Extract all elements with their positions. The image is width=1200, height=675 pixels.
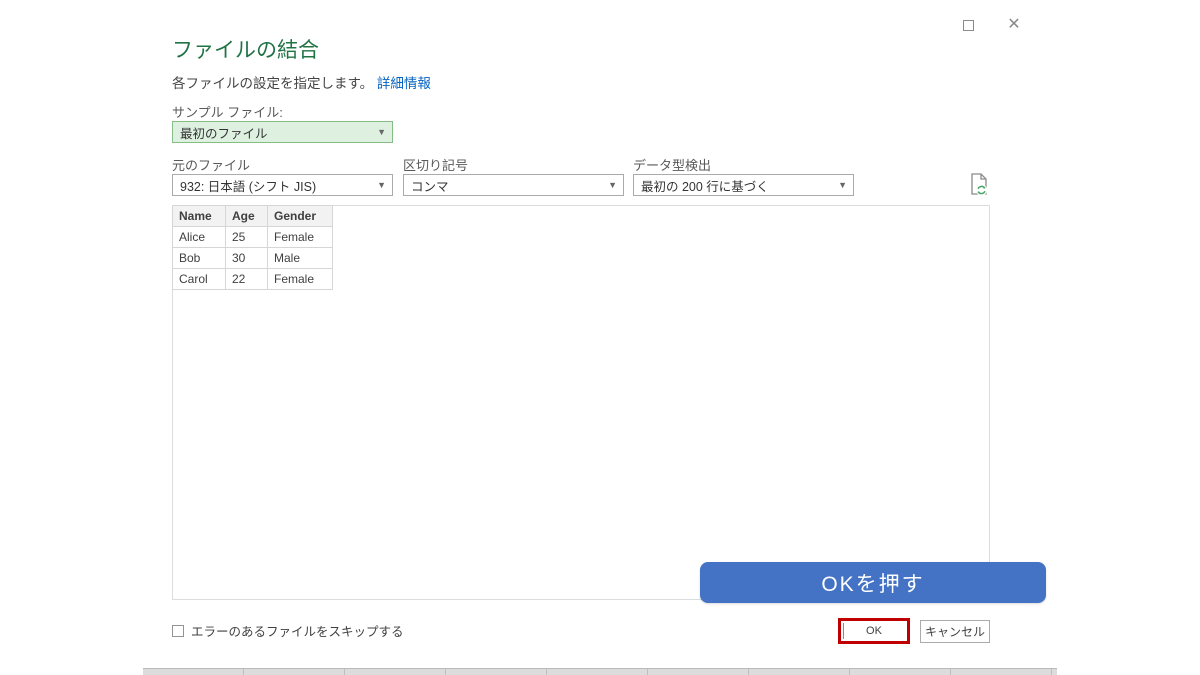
skip-errors-row: エラーのあるファイルをスキップする [172, 621, 404, 640]
chevron-down-icon: ▼ [838, 180, 847, 190]
type-detection-value: 最初の 200 行に基づく [641, 179, 769, 194]
chevron-down-icon: ▼ [608, 180, 617, 190]
table-row: Alice 25 Female [172, 226, 333, 248]
worksheet-strip [143, 668, 1057, 675]
table-header-row: Name Age Gender [172, 205, 333, 227]
cell-gender: Male [267, 247, 333, 269]
ok-button-label: OK [866, 625, 882, 637]
dialog-subtitle: 各ファイルの設定を指定します。 詳細情報 [172, 72, 431, 92]
cell-gender: Female [267, 226, 333, 248]
type-detection-label: データ型検出 [633, 158, 712, 173]
cancel-button[interactable]: キャンセル [920, 620, 990, 643]
sample-file-label: サンプル ファイル: [172, 105, 283, 120]
chevron-down-icon: ▼ [377, 127, 386, 137]
cell-name: Bob [172, 247, 226, 269]
cell-gender: Female [267, 268, 333, 290]
instruction-tooltip: OKを押す [700, 562, 1046, 603]
source-file-label: 元のファイル [172, 158, 251, 173]
source-file-value: 932: 日本語 (シフト JIS) [180, 179, 317, 194]
column-header-gender[interactable]: Gender [267, 205, 333, 227]
cell-name: Alice [172, 226, 226, 248]
sample-file-value: 最初のファイル [180, 126, 268, 141]
skip-errors-label: エラーのあるファイルをスキップする [191, 625, 404, 639]
file-refresh-icon[interactable] [968, 172, 990, 198]
combine-files-dialog: ✕ ファイルの結合 各ファイルの設定を指定します。 詳細情報 サンプル ファイル… [0, 0, 1200, 675]
sample-file-dropdown[interactable]: 最初のファイル ▼ [172, 121, 393, 143]
cell-name: Carol [172, 268, 226, 290]
delimiter-dropdown[interactable]: コンマ ▼ [403, 174, 624, 196]
subtitle-text: 各ファイルの設定を指定します。 [172, 76, 374, 91]
delimiter-label: 区切り記号 [403, 158, 469, 173]
cell-age: 22 [225, 268, 268, 290]
chevron-down-icon: ▼ [377, 180, 386, 190]
delimiter-value: コンマ [411, 179, 449, 194]
skip-errors-checkbox[interactable] [172, 624, 184, 637]
cell-age: 30 [225, 247, 268, 269]
cell-age: 25 [225, 226, 268, 248]
type-detection-dropdown[interactable]: 最初の 200 行に基づく ▼ [633, 174, 854, 196]
preview-table: Name Age Gender Alice 25 Female Bob 30 M… [172, 205, 333, 290]
table-row: Carol 22 Female [172, 268, 333, 290]
close-button[interactable]: ✕ [1001, 14, 1027, 36]
maximize-button[interactable] [955, 14, 981, 36]
page-title: ファイルの結合 [172, 39, 319, 62]
window-controls: ✕ [955, 14, 1027, 36]
ok-button[interactable]: OK [838, 618, 910, 644]
column-header-name[interactable]: Name [172, 205, 226, 227]
preview-pane: Name Age Gender Alice 25 Female Bob 30 M… [172, 205, 990, 600]
table-row: Bob 30 Male [172, 247, 333, 269]
column-header-age[interactable]: Age [225, 205, 268, 227]
learn-more-link[interactable]: 詳細情報 [377, 76, 431, 91]
maximize-icon [962, 19, 974, 31]
cancel-button-label: キャンセル [924, 625, 985, 639]
close-icon: ✕ [1007, 16, 1021, 33]
tooltip-text: OKを押す [821, 572, 925, 596]
ok-button-edge [843, 623, 844, 639]
source-file-dropdown[interactable]: 932: 日本語 (シフト JIS) ▼ [172, 174, 393, 196]
